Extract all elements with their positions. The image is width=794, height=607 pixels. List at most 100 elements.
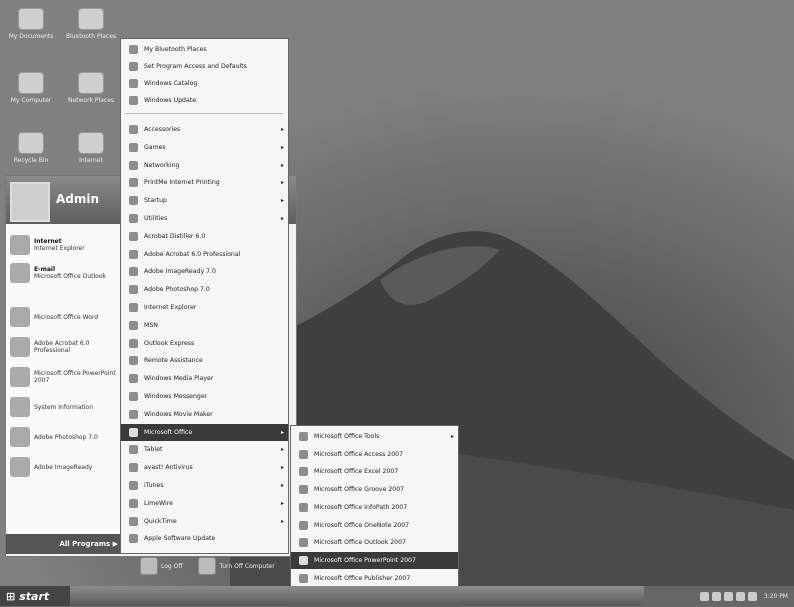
menu-item[interactable]: Outlook Express	[121, 335, 288, 352]
office-menu-item[interactable]: Microsoft Office Tools ▸	[291, 428, 458, 445]
microsoft-office-submenu: Microsoft Office Tools ▸ Microsoft Office …	[290, 425, 459, 607]
program-icon	[129, 267, 138, 277]
menu-item[interactable]: LimeWire ▸	[121, 495, 288, 512]
office-app-icon	[299, 573, 308, 583]
volume-icon[interactable]	[711, 591, 721, 601]
menu-item[interactable]: MSN	[121, 317, 288, 334]
office-menu-item[interactable]: Microsoft Office Groove 2007	[291, 481, 458, 498]
desktop-icon-my-computer[interactable]: My Computer	[2, 72, 60, 104]
antivirus-icon[interactable]	[723, 591, 733, 601]
recent-item[interactable]: System Information	[10, 394, 122, 420]
menu-item[interactable]: Utilities ▸	[121, 210, 288, 227]
office-menu-item[interactable]: Microsoft Office Publisher 2007	[291, 570, 458, 587]
network-icon[interactable]	[699, 591, 709, 601]
menu-item[interactable]: Startup ▸	[121, 192, 288, 209]
menu-item[interactable]: iTunes ▸	[121, 477, 288, 494]
menu-item[interactable]: Adobe Photoshop 7.0	[121, 281, 288, 298]
menu-item[interactable]: Apple Software Update	[121, 530, 288, 547]
submenu-arrow-icon: ▸	[280, 446, 284, 454]
desktop-icon-bluetooth[interactable]: Bluetooth Places	[62, 8, 120, 40]
program-icon	[129, 374, 138, 384]
menu-item[interactable]: Games ▸	[121, 139, 288, 156]
log-off-button[interactable]: Log Off	[140, 557, 182, 575]
catalog-icon	[129, 79, 138, 88]
office-app-icon	[299, 502, 308, 512]
menu-item[interactable]: Accessories ▸	[121, 121, 288, 138]
recent-item[interactable]: Adobe Acrobat 6.0 Professional	[10, 334, 122, 360]
start-menu-footer: Log Off Turn Off Computer	[140, 554, 310, 578]
office-menu-item[interactable]: Microsoft Office PowerPoint 2007	[291, 551, 458, 569]
office-menu-item[interactable]: Microsoft Office Outlook 2007	[291, 534, 458, 551]
menu-item[interactable]: Remote Assistance	[121, 352, 288, 369]
recent-item[interactable]: Microsoft Office Word	[10, 304, 122, 330]
program-icon	[129, 249, 138, 259]
menu-item[interactable]: Adobe ImageReady 7.0	[121, 263, 288, 280]
office-menu-item[interactable]: Microsoft Office Excel 2007	[291, 463, 458, 480]
menu-item[interactable]: Tablet ▸	[121, 441, 288, 458]
recycle-bin-icon	[18, 132, 44, 154]
menu-item[interactable]: My Bluetooth Places	[121, 41, 288, 58]
acrobat-icon	[10, 337, 30, 357]
office-menu-item[interactable]: Microsoft Office Access 2007	[291, 446, 458, 463]
program-icon	[129, 320, 138, 330]
menu-item[interactable]: Windows Update	[121, 92, 288, 109]
submenu-arrow-icon: ▸	[280, 517, 284, 525]
pinned-internet[interactable]: Internet Internet Explorer	[10, 232, 122, 258]
menu-item[interactable]: Internet Explorer	[121, 299, 288, 316]
menu-item[interactable]: avast! Antivirus ▸	[121, 459, 288, 476]
program-icon	[129, 231, 138, 241]
email-icon	[10, 263, 30, 283]
menu-item[interactable]: Windows Media Player	[121, 370, 288, 387]
all-programs-menu: My Bluetooth Places Set Program Access a…	[120, 38, 289, 554]
folder-icon	[129, 516, 138, 526]
submenu-arrow-icon: ▸	[280, 161, 284, 169]
program-icon	[129, 338, 138, 348]
log-off-icon	[140, 557, 158, 575]
computer-icon	[18, 72, 44, 94]
program-icon	[129, 303, 138, 312]
bluetooth-icon[interactable]	[735, 591, 745, 601]
turn-off-button[interactable]: Turn Off Computer	[198, 557, 275, 575]
office-app-icon	[299, 538, 308, 548]
program-icon	[129, 534, 138, 544]
folder-icon	[129, 427, 138, 437]
pinned-subtitle: Internet Explorer	[34, 245, 85, 252]
desktop-icon-my-documents[interactable]: My Documents	[2, 8, 60, 40]
folder-icon	[129, 481, 138, 490]
submenu-arrow-icon: ▸	[280, 126, 284, 133]
menu-item[interactable]: QuickTime ▸	[121, 513, 288, 530]
office-app-icon	[299, 555, 308, 565]
menu-item[interactable]: Networking ▸	[121, 157, 288, 174]
desktop-icon-internet[interactable]: Internet	[62, 132, 120, 164]
menu-item[interactable]: PrintMe Internet Printing ▸	[121, 174, 288, 191]
pinned-email[interactable]: E-mail Microsoft Office Outlook	[10, 260, 122, 286]
pinned-title: Internet	[34, 238, 62, 245]
security-icon[interactable]	[747, 591, 757, 601]
recent-item[interactable]: Adobe Photoshop 7.0	[10, 424, 122, 450]
desktop-icon-network[interactable]: Network Places	[62, 72, 120, 104]
menu-item[interactable]: Microsoft Office ▸	[121, 423, 288, 441]
recent-item[interactable]: Adobe ImageReady	[10, 454, 122, 480]
folder-icon	[129, 160, 138, 170]
recent-item[interactable]: Microsoft Office PowerPoint 2007	[10, 364, 122, 390]
menu-item[interactable]: Windows Movie Maker	[121, 406, 288, 423]
photoshop-icon	[10, 427, 30, 447]
start-button[interactable]: ⊞ start	[0, 586, 70, 606]
defaults-icon	[129, 62, 138, 71]
submenu-arrow-icon: ▸	[280, 499, 284, 507]
menu-item[interactable]: Adobe Acrobat 6.0 Professional	[121, 246, 288, 263]
menu-item[interactable]: Windows Messenger	[121, 388, 288, 405]
menu-item[interactable]: Acrobat Distiller 6.0	[121, 228, 288, 245]
desktop-icon-recycle-bin[interactable]: Recycle Bin	[2, 132, 60, 164]
system-info-icon	[10, 397, 30, 417]
office-menu-item[interactable]: Microsoft Office InfoPath 2007	[291, 499, 458, 516]
menu-item[interactable]: Set Program Access and Defaults	[121, 58, 288, 75]
clock: 3:20 PM	[763, 592, 788, 600]
folder-icon	[18, 8, 44, 30]
office-menu-item[interactable]: Microsoft Office OneNote 2007	[291, 517, 458, 534]
pinned-subtitle: Microsoft Office Outlook	[34, 273, 106, 280]
menu-item[interactable]: Windows Catalog	[121, 75, 288, 92]
system-tray: 3:20 PM	[644, 586, 794, 606]
network-icon	[78, 72, 104, 94]
all-programs-button[interactable]: All Programs ▶	[6, 534, 124, 554]
